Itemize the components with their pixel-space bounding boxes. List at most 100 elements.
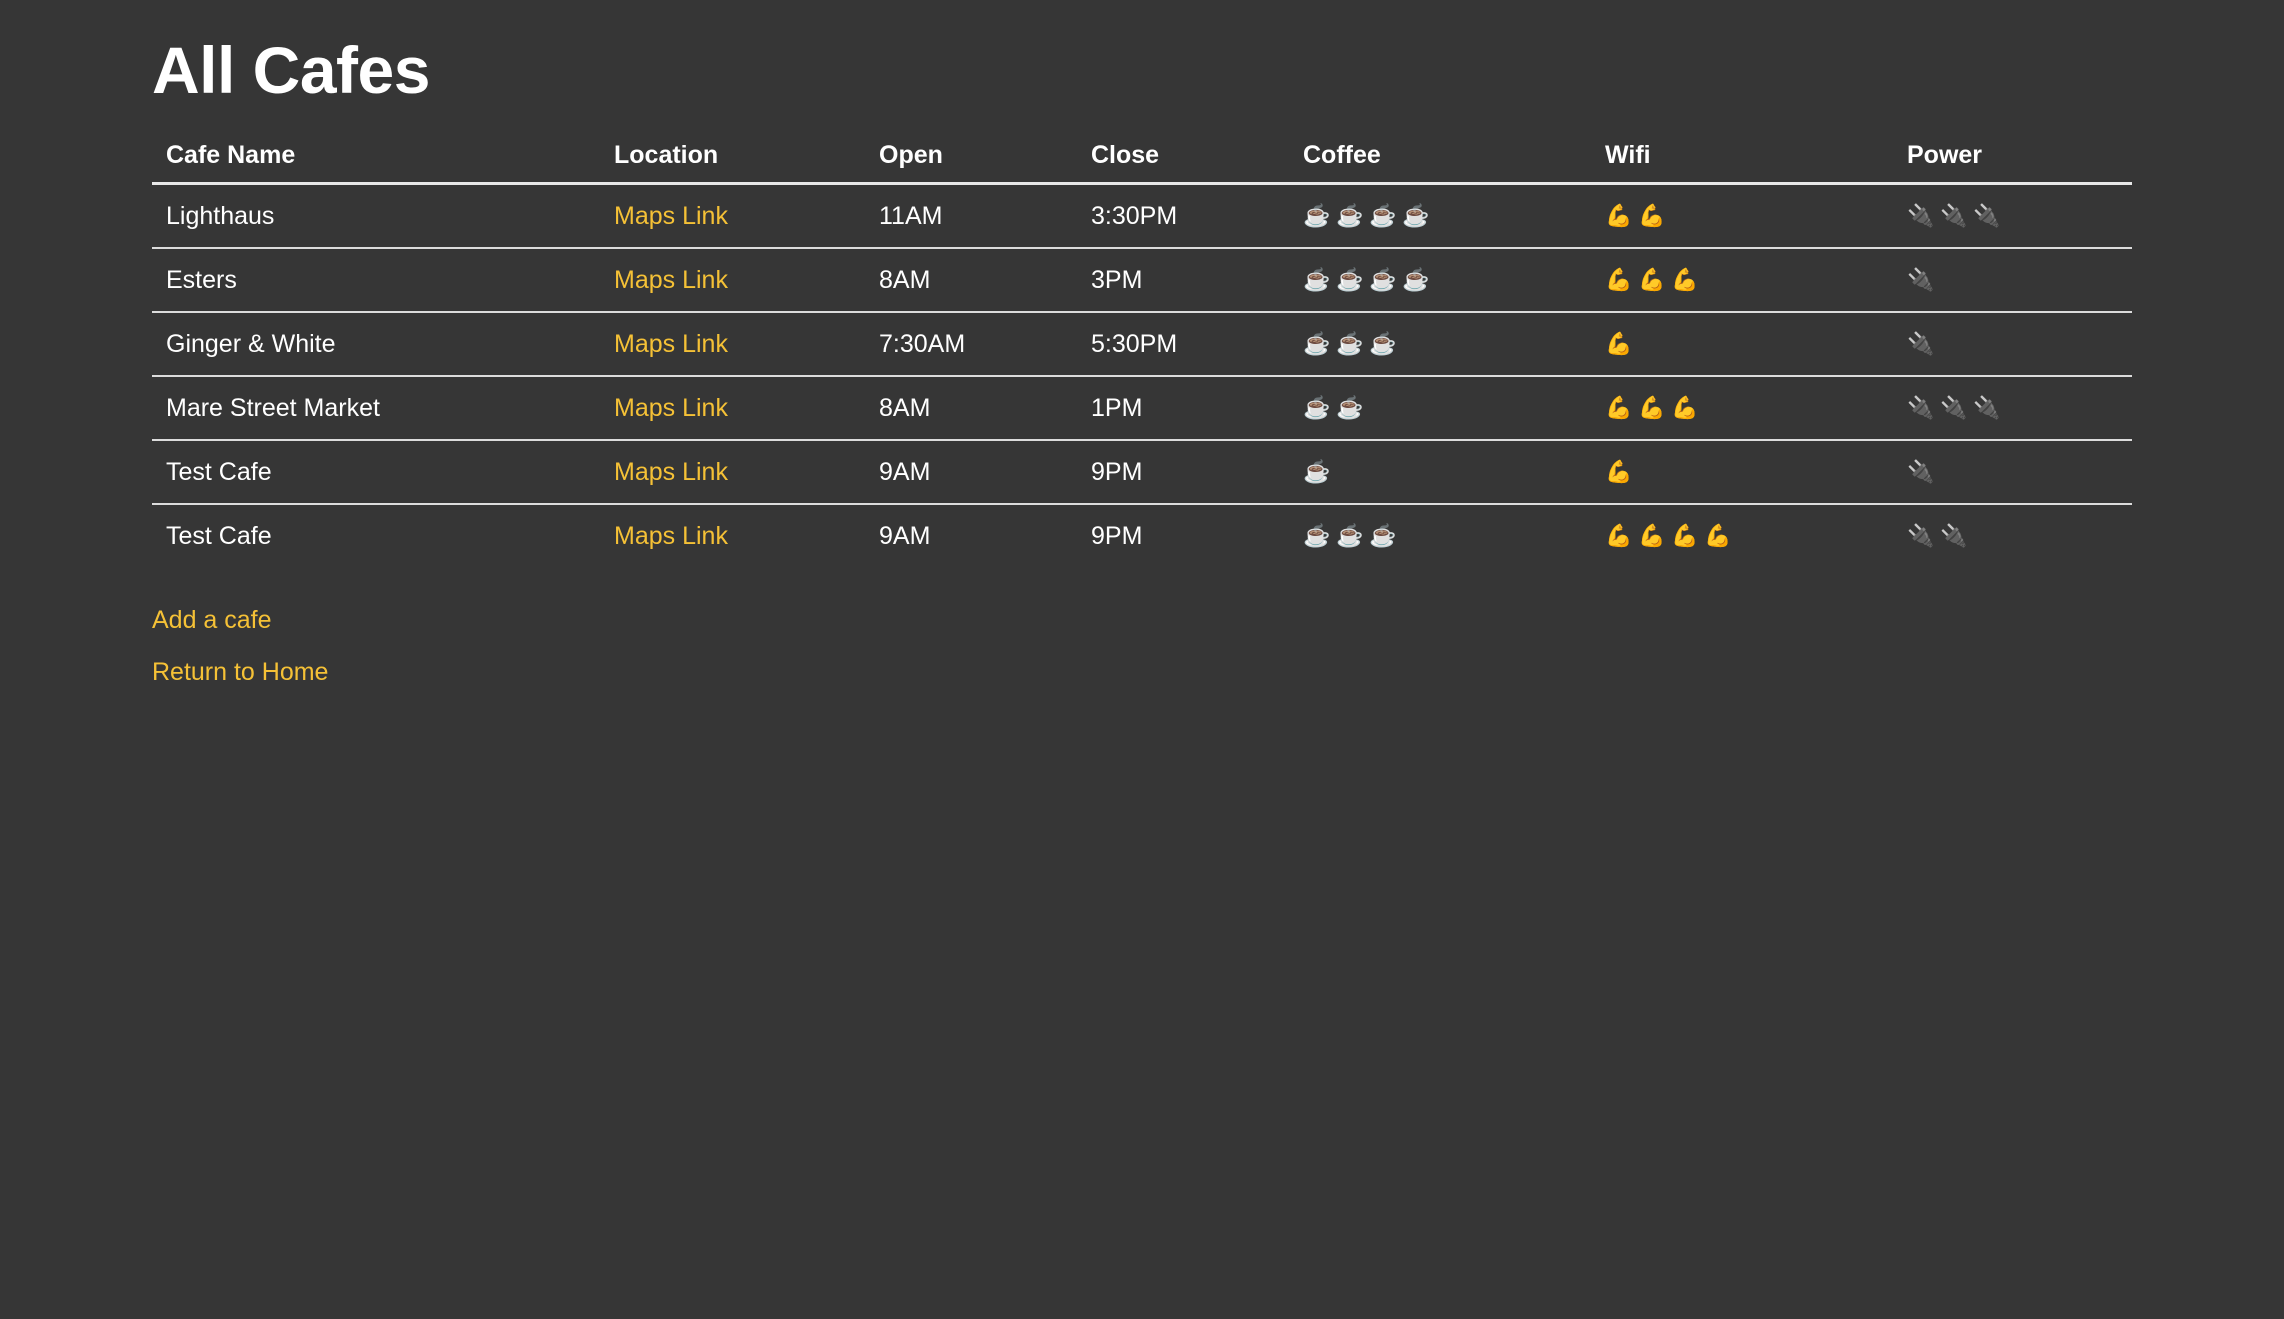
electric-plug-icon: 🔌 xyxy=(1907,203,1936,228)
coffee-cup-icon: ☕ xyxy=(1303,395,1332,420)
open-time-cell: 8AM xyxy=(865,376,1077,441)
flexed-biceps-icon: 💪 xyxy=(1638,203,1667,228)
power-rating-cell: 🔌 🔌 🔌 xyxy=(1893,183,2132,249)
header-coffee: Coffee xyxy=(1289,128,1591,185)
location-cell: Maps Link xyxy=(600,248,865,313)
cafe-name-cell: Esters xyxy=(152,248,600,313)
coffee-cup-icon: ☕ xyxy=(1369,331,1398,356)
electric-plug-icon: 🔌 xyxy=(1907,395,1936,420)
flexed-biceps-icon: 💪 xyxy=(1638,523,1667,548)
wifi-rating-cell: 💪 💪 💪 💪 xyxy=(1591,504,1893,567)
coffee-cup-icon: ☕ xyxy=(1303,203,1332,228)
header-location: Location xyxy=(600,128,865,185)
header-close: Close xyxy=(1077,128,1289,185)
flexed-biceps-icon: 💪 xyxy=(1605,459,1634,484)
maps-link[interactable]: Maps Link xyxy=(614,202,728,230)
close-time-cell: 3:30PM xyxy=(1077,183,1289,249)
cafe-name-cell: Lighthaus xyxy=(152,183,600,249)
page-title: All Cafes xyxy=(152,33,430,107)
flexed-biceps-icon: 💪 xyxy=(1671,395,1700,420)
electric-plug-icon: 🔌 xyxy=(1907,459,1936,484)
wifi-rating-cell: 💪 💪 💪 xyxy=(1591,376,1893,441)
electric-plug-icon: 🔌 xyxy=(1907,523,1936,548)
maps-link[interactable]: Maps Link xyxy=(614,458,728,486)
close-time-cell: 3PM xyxy=(1077,248,1289,313)
flexed-biceps-icon: 💪 xyxy=(1605,331,1634,356)
table-row: Mare Street Market Maps Link 8AM 1PM ☕ ☕ 💪 💪 💪 🔌 🔌… xyxy=(152,376,2132,441)
coffee-cup-icon: ☕ xyxy=(1303,267,1332,292)
flexed-biceps-icon: 💪 xyxy=(1638,395,1667,420)
location-cell: Maps Link xyxy=(600,312,865,377)
flexed-biceps-icon: 💪 xyxy=(1605,395,1634,420)
flexed-biceps-icon: 💪 xyxy=(1671,267,1700,292)
power-rating-cell: 🔌 🔌 xyxy=(1893,504,2132,567)
location-cell: Maps Link xyxy=(600,183,865,249)
open-time-cell: 9AM xyxy=(865,440,1077,505)
location-cell: Maps Link xyxy=(600,440,865,505)
wifi-rating-cell: 💪 💪 💪 xyxy=(1591,248,1893,313)
coffee-rating-cell: ☕ ☕ ☕ ☕ xyxy=(1289,183,1591,249)
coffee-cup-icon: ☕ xyxy=(1336,395,1365,420)
close-time-cell: 9PM xyxy=(1077,440,1289,505)
table-row: Lighthaus Maps Link 11AM 3:30PM ☕ ☕ ☕ ☕ 💪 💪 🔌 🔌 🔌 xyxy=(152,183,2132,249)
coffee-rating-cell: ☕ ☕ ☕ xyxy=(1289,504,1591,567)
table-row: Test Cafe Maps Link 9AM 9PM ☕ 💪 🔌 xyxy=(152,440,2132,505)
return-home-link[interactable]: Return to Home xyxy=(152,658,328,687)
location-cell: Maps Link xyxy=(600,504,865,567)
flexed-biceps-icon: 💪 xyxy=(1605,203,1634,228)
cafe-name-cell: Test Cafe xyxy=(166,521,272,550)
coffee-cup-icon: ☕ xyxy=(1303,459,1332,484)
cafes-table: Cafe Name Location Open Close Coffee Wif… xyxy=(152,128,2132,567)
coffee-cup-icon: ☕ xyxy=(1402,267,1431,292)
electric-plug-icon: 🔌 xyxy=(1907,267,1936,292)
flexed-biceps-icon: 💪 xyxy=(1671,523,1700,548)
open-time-cell: 11AM xyxy=(865,183,1077,249)
table-row: Ginger & White Maps Link 7:30AM 5:30PM ☕ ☕ ☕ 💪 🔌 xyxy=(152,312,2132,377)
close-time-cell: 9PM xyxy=(1091,521,1143,550)
header-power: Power xyxy=(1893,128,2132,185)
electric-plug-icon: 🔌 xyxy=(1940,203,1969,228)
coffee-cup-icon: ☕ xyxy=(1369,267,1398,292)
coffee-cup-icon: ☕ xyxy=(1336,203,1365,228)
flexed-biceps-icon: 💪 xyxy=(1605,523,1634,548)
electric-plug-icon: 🔌 xyxy=(1973,395,2002,420)
coffee-cup-icon: ☕ xyxy=(1402,203,1431,228)
header-open: Open xyxy=(865,128,1077,185)
wifi-rating-cell: 💪 xyxy=(1591,440,1893,505)
open-time-cell: 8AM xyxy=(865,248,1077,313)
add-cafe-link[interactable]: Add a cafe xyxy=(152,606,272,635)
cafe-name-cell: Ginger & White xyxy=(152,312,600,377)
maps-link[interactable]: Maps Link xyxy=(614,394,728,422)
coffee-rating-cell: ☕ ☕ ☕ ☕ xyxy=(1289,248,1591,313)
electric-plug-icon: 🔌 xyxy=(1940,523,1969,548)
maps-link[interactable]: Maps Link xyxy=(614,522,728,550)
cafe-name-cell: Test Cafe xyxy=(152,440,600,505)
coffee-cup-icon: ☕ xyxy=(1369,523,1398,548)
location-cell: Maps Link xyxy=(600,376,865,441)
maps-link[interactable]: Maps Link xyxy=(614,330,728,358)
coffee-cup-icon: ☕ xyxy=(1336,523,1365,548)
open-time-cell: 9AM xyxy=(879,521,931,550)
coffee-cup-icon: ☕ xyxy=(1336,331,1365,356)
close-time-cell: 5:30PM xyxy=(1077,312,1289,377)
cafe-name-cell: Mare Street Market xyxy=(152,376,600,441)
table-row: Test Cafe Maps Link 9AM 9PM ☕ ☕ ☕ 💪 💪 💪 💪 🔌 🔌 xyxy=(152,504,2132,567)
power-rating-cell: 🔌 xyxy=(1893,440,2132,505)
electric-plug-icon: 🔌 xyxy=(1907,331,1936,356)
maps-link[interactable]: Maps Link xyxy=(614,266,728,294)
power-rating-cell: 🔌 xyxy=(1893,248,2132,313)
flexed-biceps-icon: 💪 xyxy=(1704,523,1733,548)
coffee-cup-icon: ☕ xyxy=(1336,267,1365,292)
electric-plug-icon: 🔌 xyxy=(1940,395,1969,420)
open-time-cell: 7:30AM xyxy=(865,312,1077,377)
table-row: Esters Maps Link 8AM 3PM ☕ ☕ ☕ ☕ 💪 💪 💪 🔌 xyxy=(152,248,2132,313)
flexed-biceps-icon: 💪 xyxy=(1605,267,1634,292)
close-time-cell: 1PM xyxy=(1077,376,1289,441)
flexed-biceps-icon: 💪 xyxy=(1638,267,1667,292)
header-wifi: Wifi xyxy=(1591,128,1893,185)
coffee-cup-icon: ☕ xyxy=(1303,523,1332,548)
wifi-rating-cell: 💪 xyxy=(1591,312,1893,377)
coffee-cup-icon: ☕ xyxy=(1369,203,1398,228)
coffee-rating-cell: ☕ ☕ ☕ xyxy=(1289,312,1591,377)
power-rating-cell: 🔌 xyxy=(1893,312,2132,377)
